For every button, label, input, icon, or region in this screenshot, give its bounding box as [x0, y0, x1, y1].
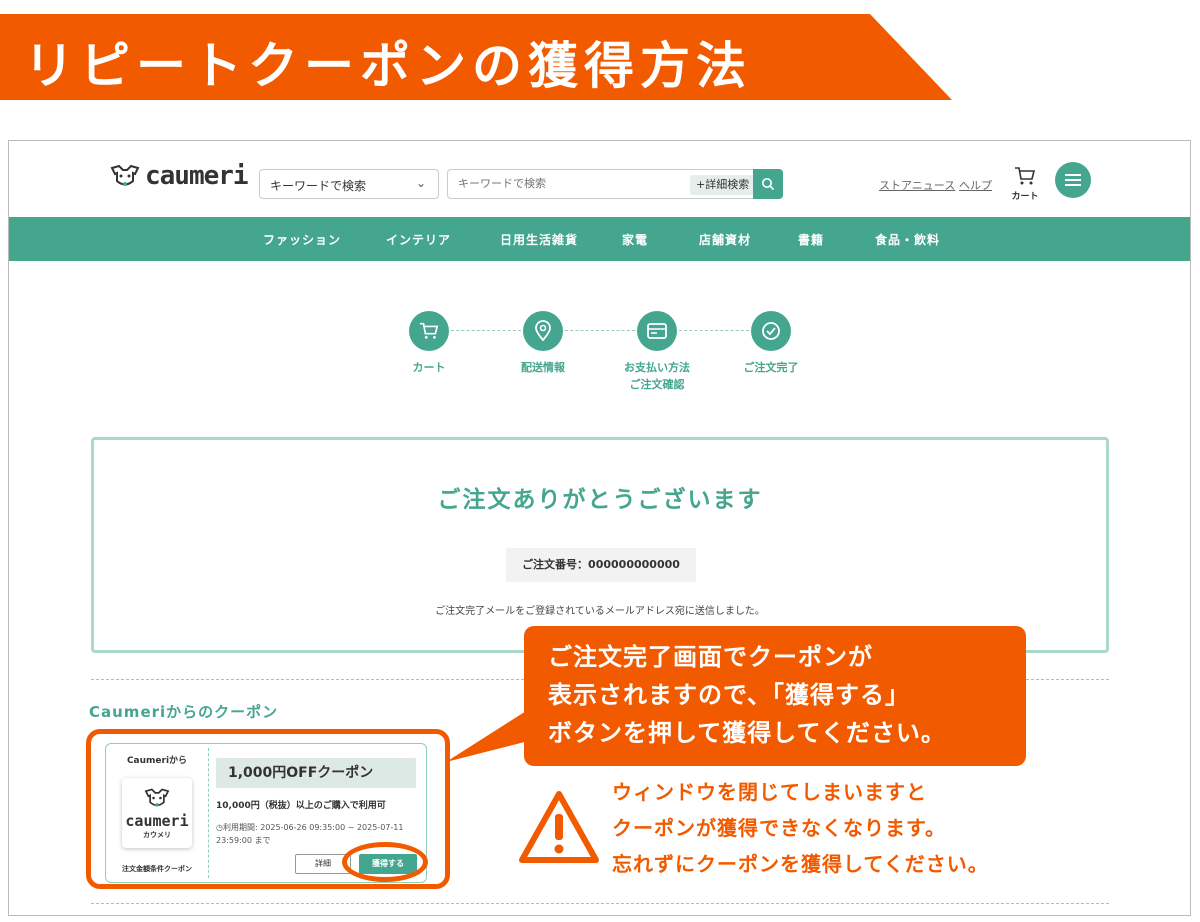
warning-icon	[519, 791, 599, 863]
coupon-section-heading: Caumeriからのクーポン	[89, 703, 279, 721]
site-logo[interactable]: caumeri	[109, 161, 249, 191]
nav-item-store-supplies[interactable]: 店舗資材	[699, 231, 751, 248]
step-label: カート	[412, 361, 446, 374]
order-complete-box: ご注文ありがとうございます ご注文番号：000000000000 ご注文完了メー…	[91, 437, 1109, 653]
chevron-down-icon: ⌄	[415, 176, 426, 190]
nav-item-fashion[interactable]: ファッション	[263, 231, 341, 248]
title-banner: リピートクーポンの獲得方法	[0, 14, 952, 100]
menu-button[interactable]	[1055, 162, 1091, 198]
banner-title: リピートクーポンの獲得方法	[24, 37, 752, 95]
search-input[interactable]	[448, 170, 684, 198]
mail-note: ご注文完了メールをご登録されているメールアドレス宛に送信しました。	[435, 606, 765, 617]
step-payment: お支払い方法 ご注文確認	[607, 311, 707, 393]
help-link[interactable]: ヘルプ	[959, 177, 992, 193]
nav-item-books[interactable]: 書籍	[798, 231, 824, 248]
step-circle	[751, 311, 791, 351]
search-icon	[762, 178, 775, 191]
nav-item-daily-goods[interactable]: 日用生活雑貨	[500, 231, 578, 248]
step-circle	[637, 311, 677, 351]
nav-item-food-drink[interactable]: 食品・飲料	[875, 231, 940, 248]
callout-text: ご注文完了画面でクーポンが 表示されますので、「獲得する」 ボタンを押して獲得し…	[548, 643, 946, 747]
cart-label: カート	[1011, 192, 1039, 202]
search-type-label: キーワードで検索	[270, 179, 367, 193]
cart-icon	[419, 322, 439, 339]
header-cart-button[interactable]: カート	[1009, 165, 1041, 202]
step-circle	[409, 311, 449, 351]
divider	[91, 903, 1109, 904]
instruction-callout: ご注文完了画面でクーポンが 表示されますので、「獲得する」 ボタンを押して獲得し…	[524, 626, 1026, 766]
hamburger-icon	[1065, 174, 1081, 186]
search-type-select[interactable]: キーワードで検索 ⌄	[259, 169, 439, 199]
step-complete: ご注文完了	[721, 311, 821, 376]
step-label: 配送情報	[521, 361, 565, 374]
thanks-title: ご注文ありがとうございます	[437, 487, 763, 513]
get-button-highlight-ring	[342, 842, 428, 882]
card-icon	[647, 323, 667, 339]
dog-logo-icon	[110, 164, 140, 186]
nav-item-appliances[interactable]: 家電	[622, 231, 648, 248]
nav-item-interior[interactable]: インテリア	[386, 231, 451, 248]
cart-icon	[1015, 167, 1036, 185]
search-box: +詳細検索	[447, 169, 783, 199]
step-label: お支払い方法 ご注文確認	[624, 361, 690, 391]
store-news-link[interactable]: ストアニュース	[879, 177, 955, 193]
step-cart: カート	[379, 311, 479, 376]
search-button[interactable]	[753, 169, 783, 199]
site-header: caumeri キーワードで検索 ⌄ +詳細検索 ストアニュース ヘルプ	[9, 141, 1190, 217]
step-label: ご注文完了	[743, 361, 799, 374]
location-pin-icon	[535, 320, 551, 342]
advanced-search-button[interactable]: +詳細検索	[690, 175, 756, 195]
logo-text: caumeri	[145, 161, 249, 191]
order-number: ご注文番号：000000000000	[506, 548, 696, 582]
step-shipping: 配送情報	[493, 311, 593, 376]
check-icon	[762, 322, 780, 340]
step-circle	[523, 311, 563, 351]
category-nav: ファッション インテリア 日用生活雑貨 家電 店舗資材 書籍 食品・飲料	[9, 217, 1190, 261]
warning-text: ウィンドウを閉じてしまいますと クーポンが獲得できなくなります。 忘れずにクーポ…	[612, 780, 989, 876]
